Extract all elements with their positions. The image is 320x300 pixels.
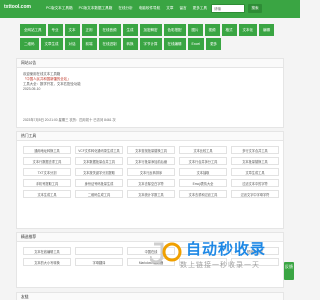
- links-title: 友链: [17, 293, 283, 300]
- category-item[interactable]: 正则: [81, 24, 97, 36]
- top-nav-item[interactable]: 留言: [179, 6, 186, 11]
- category-item[interactable]: 在线编辑: [163, 38, 186, 50]
- search-box: [211, 4, 245, 13]
- tool-link[interactable]: 文本统计字数工具: [127, 190, 175, 198]
- hot-tools-title: 热门工具: [17, 132, 283, 141]
- top-nav-item[interactable]: 更多工具: [193, 6, 207, 11]
- category-item[interactable]: 在线进制: [98, 38, 121, 50]
- category-item[interactable]: 生成: [122, 24, 138, 36]
- category-nav: 全网站工具 专业 文本 正则 在线音频 生成 加密解密 色彩搭配 图片 视频 格…: [20, 24, 280, 50]
- top-nav-item[interactable]: 文章: [166, 6, 173, 11]
- category-item[interactable]: 文章生成: [40, 38, 63, 50]
- tool-link[interactable]: 文本批量替换工具: [231, 157, 279, 165]
- top-nav-item[interactable]: 电脑软件导航: [139, 6, 161, 11]
- tool-link[interactable]: 过滤文本中的字符: [231, 179, 279, 187]
- search-button[interactable]: 搜索: [248, 4, 262, 13]
- category-item[interactable]: Excel: [187, 38, 205, 50]
- category-item[interactable]: 在线音频: [98, 24, 121, 36]
- tool-link[interactable]: 字母翻译: [75, 258, 123, 266]
- feedback-button[interactable]: 反馈: [284, 262, 294, 280]
- top-nav-item[interactable]: PC版文本数据工具箱: [79, 6, 113, 11]
- notice-panel: 网站公告 欢迎使用在线文本工具箱 「中国人民共和国新疆的全站」 工具大全：数学开…: [16, 58, 284, 128]
- tool-link[interactable]: VCF文件转化通讯录生成工具: [75, 146, 123, 154]
- watermark-title: 自动秒收录: [186, 241, 267, 258]
- tool-link[interactable]: Emoji表情大全: [179, 179, 227, 187]
- tool-link[interactable]: TXT文本分割: [23, 168, 71, 176]
- tool-link[interactable]: 文本在线编辑工具: [23, 247, 71, 255]
- tool-link[interactable]: 身份证号码批量生成: [75, 179, 123, 187]
- tool-link[interactable]: 文本的大小写转换: [23, 258, 71, 266]
- notice-date: 2023-05-10: [23, 87, 41, 91]
- tool-link[interactable]: 通用地址转换工具: [23, 146, 71, 154]
- tool-link[interactable]: 文本抽取: [179, 168, 227, 176]
- category-item[interactable]: 更多: [206, 38, 222, 50]
- category-item[interactable]: 色彩搭配: [163, 24, 186, 36]
- tool-link[interactable]: 文本行反转排序: [127, 168, 175, 176]
- category-item[interactable]: 对话: [64, 38, 80, 50]
- category-item[interactable]: 文本: [64, 24, 80, 36]
- watermark-subtitle: 数上链接一秒收录一天: [180, 262, 260, 269]
- notice-body: 欢迎使用在线文本工具箱 「中国人民共和国新疆的全站」 工具大全：数学开发，文本匹…: [17, 68, 283, 96]
- tool-link[interactable]: 多行文字合并工具: [231, 146, 279, 154]
- tool-link[interactable]: 文本比较工具: [179, 146, 227, 154]
- search-input[interactable]: [212, 5, 244, 12]
- hot-tools-panel: 热门工具 通用地址转换工具 VCF文件转化通讯录生成工具 文本查找批量替换工具 …: [16, 131, 284, 229]
- links-panel: 友链: [16, 292, 284, 300]
- hot-tools-grid: 通用地址转换工具 VCF文件转化通讯录生成工具 文本查找批量替换工具 文本比较工…: [23, 146, 279, 198]
- tool-link[interactable]: 文本行批量添加前后缀: [127, 157, 175, 165]
- category-item[interactable]: 编辑: [259, 24, 274, 36]
- top-nav-item[interactable]: PC版文本工具箱: [46, 6, 73, 11]
- watermark-logo-icon: [150, 242, 182, 264]
- tool-link[interactable]: 文本按关键字分割提取: [75, 168, 123, 176]
- tool-link[interactable]: 过滤文字中字母字符: [231, 190, 279, 198]
- tool-link[interactable]: 二维码生成工具: [75, 190, 123, 198]
- category-item[interactable]: 加密解密: [139, 24, 162, 36]
- tool-link[interactable]: 文本行数据去重工具: [23, 157, 71, 165]
- top-bar: txttool.com PC版文本工具箱 PC版文本数据工具箱 在线分析 电脑软…: [0, 0, 300, 18]
- tool-link[interactable]: 文本行合并拆分工具: [179, 157, 227, 165]
- top-nav-item[interactable]: 在线分析: [118, 6, 132, 11]
- tool-link[interactable]: 手机号提取工具: [23, 179, 71, 187]
- category-item[interactable]: 全网站工具: [20, 24, 46, 36]
- category-item[interactable]: 前端: [81, 38, 97, 50]
- tool-link[interactable]: 文本生成工具: [23, 190, 71, 198]
- tool-link[interactable]: 文章生成工具: [231, 168, 279, 176]
- category-item[interactable]: 格式: [221, 24, 237, 36]
- category-item[interactable]: 字节计算: [139, 38, 162, 50]
- site-logo[interactable]: txttool.com: [4, 4, 31, 10]
- visit-stats: 2023年7月5日 20:21:00 星期三 农历：四月初十 已访问 8461 …: [23, 118, 116, 122]
- tool-link[interactable]: 文本去重和过滤工具: [179, 190, 227, 198]
- category-item[interactable]: 文本化: [238, 24, 257, 36]
- category-item[interactable]: 专业: [47, 24, 63, 36]
- top-nav: PC版文本工具箱 PC版文本数据工具箱 在线分析 电脑软件导航 文章 留言 更多…: [46, 6, 207, 11]
- category-item[interactable]: 视频: [204, 24, 220, 36]
- tool-link[interactable]: 文本去除空白字符: [127, 179, 175, 187]
- tool-link[interactable]: 文本数据批量合并工具: [75, 157, 123, 165]
- tool-link[interactable]: [75, 247, 123, 255]
- notice-title: 网站公告: [17, 59, 283, 68]
- category-item[interactable]: 转换: [122, 38, 138, 50]
- category-item[interactable]: 图片: [187, 24, 203, 36]
- tool-link[interactable]: 文本查找批量替换工具: [127, 146, 175, 154]
- watermark: 自动秒收录 数上链接一秒收录一天: [150, 238, 290, 278]
- category-item[interactable]: 二维码: [20, 38, 39, 50]
